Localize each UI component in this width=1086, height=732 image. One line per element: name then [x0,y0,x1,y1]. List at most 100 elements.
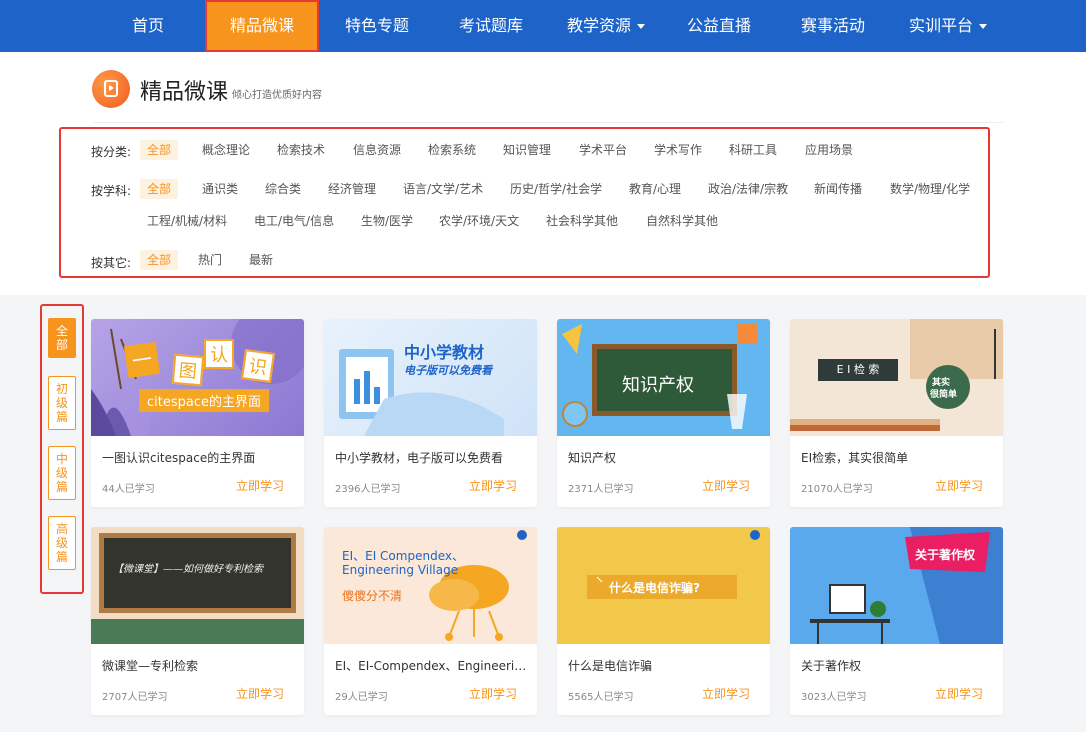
filter-other-all[interactable]: 全部 [140,250,179,270]
course-thumbnail: E I 检 索 其实 很简单 [790,319,1003,436]
study-now-button[interactable]: 立即学习 [469,477,517,494]
course-thumbnail: 【微课堂】——如何做好专利检索 [91,527,304,644]
course-thumbnail: EI、EI Compendex、 Engineering Village 傻傻分… [324,527,537,644]
course-card[interactable]: E I 检 索 其实 很简单 EI检索，其实很简单 21070人已学习 立即学习 [790,319,1003,507]
thumb-text: 什么是电信诈骗? [609,581,700,595]
level-tab-beginner[interactable]: 初级篇 [48,376,76,430]
top-nav: 首页 精品微课 特色专题 考试题库 教学资源 公益直播 赛事活动 实训平台 [0,0,1086,52]
learner-count: 2396人已学习 [335,484,401,495]
filter-category-option[interactable]: 知识管理 [496,140,558,160]
nav-micro-courses[interactable]: 精品微课 [205,0,319,52]
nav-training-platform-label: 实训平台 [908,16,973,35]
study-now-button[interactable]: 立即学习 [236,685,284,702]
thumb-text: 认 [204,339,234,369]
nav-training-platform[interactable]: 实训平台 [898,0,998,52]
filter-subject-option[interactable]: 政治/法律/宗教 [701,179,795,199]
nav-teaching-resources[interactable]: 教学资源 [556,0,656,52]
filter-other-label: 按其它: [91,256,132,270]
course-title[interactable]: EI检索，其实很简单 [801,449,996,466]
nav-live-label: 公益直播 [686,16,751,35]
chevron-down-icon [979,24,987,29]
study-now-button[interactable]: 立即学习 [236,477,284,494]
course-card[interactable]: 中小学教材 电子版可以免费看 中小学教材，电子版可以免费看 2396人已学习 立… [324,319,537,507]
filter-category-option[interactable]: 信息资源 [346,140,408,160]
filter-category-option[interactable]: 应用场景 [798,140,860,160]
filter-category-all[interactable]: 全部 [140,140,179,160]
filter-category-label: 按分类: [91,145,132,159]
course-title[interactable]: 中小学教材，电子版可以免费看 [335,449,530,466]
filter-subject-option[interactable]: 综合类 [258,179,308,199]
filter-subject-option[interactable]: 通识类 [195,179,245,199]
nav-special-topics[interactable]: 特色专题 [335,0,419,52]
filter-category-option[interactable]: 学术写作 [647,140,709,160]
filter-subject-option[interactable]: 农学/环境/天文 [432,211,526,231]
thumb-text: 傻傻分不清 [342,589,403,603]
filter-subject-option[interactable]: 电工/电气/信息 [247,211,341,231]
course-title[interactable]: EI、EI-Compendex、Engineering Village [335,657,530,674]
filter-category-option[interactable]: 检索系统 [421,140,483,160]
course-title[interactable]: 知识产权 [568,449,763,466]
nav-home-label: 首页 [131,16,164,35]
learner-count: 5565人已学习 [568,692,634,703]
filter-subject-option[interactable]: 语言/文学/艺术 [396,179,490,199]
filter-other-option[interactable]: 最新 [242,250,280,270]
course-thumbnail: 一 图 认 识 citespace的主界面 [91,319,304,436]
thumb-text: 【微课堂】——如何做好专利检索 [113,564,263,575]
thumb-text: Engineering Village [342,563,459,577]
course-title[interactable]: 一图认识citespace的主界面 [102,449,297,466]
learner-count: 2707人已学习 [102,692,168,703]
filter-subject-option[interactable]: 新闻传播 [807,179,869,199]
course-title[interactable]: 什么是电信诈骗 [568,657,763,674]
level-tab-label: 全部 [55,324,68,352]
filter-category-option[interactable]: 学术平台 [572,140,634,160]
level-tab-all[interactable]: 全部 [48,318,76,358]
learner-count: 2371人已学习 [568,484,634,495]
nav-special-topics-label: 特色专题 [344,16,409,35]
study-now-button[interactable]: 立即学习 [935,685,983,702]
course-card[interactable]: 【微课堂】——如何做好专利检索 微课堂—专利检索 2707人已学习 立即学习 [91,527,304,715]
thumb-text: 关于著作权 [915,548,976,562]
nav-home[interactable]: 首页 [118,0,178,52]
learner-count: 44人已学习 [102,484,155,495]
nav-competitions[interactable]: 赛事活动 [791,0,875,52]
course-card[interactable]: 一 图 认 识 citespace的主界面 一图认识citespace的主界面 … [91,319,304,507]
thumb-text: 知识产权 [622,375,694,396]
filter-subject-option[interactable]: 经济管理 [321,179,383,199]
filter-subject-option[interactable]: 社会科学其他 [539,211,625,231]
study-now-button[interactable]: 立即学习 [469,685,517,702]
study-now-button[interactable]: 立即学习 [935,477,983,494]
level-tab-intermediate[interactable]: 中级篇 [48,446,76,500]
study-now-button[interactable]: 立即学习 [702,477,750,494]
filter-other-option[interactable]: 热门 [191,250,229,270]
nav-live[interactable]: 公益直播 [677,0,761,52]
nav-micro-courses-label: 精品微课 [229,16,294,35]
course-title[interactable]: 关于著作权 [801,657,996,674]
course-title[interactable]: 微课堂—专利检索 [102,657,297,674]
thumb-text: E I 检 索 [818,359,898,381]
page-title: 精品微课 [140,80,229,105]
thumb-text: 识 [241,349,275,383]
filter-category-option[interactable]: 概念理论 [195,140,257,160]
thumb-text: 图 [171,353,205,387]
nav-question-bank[interactable]: 考试题库 [449,0,533,52]
filter-subject-option[interactable]: 教育/心理 [622,179,688,199]
study-now-button[interactable]: 立即学习 [702,685,750,702]
level-tab-advanced[interactable]: 高级篇 [48,516,76,570]
course-card[interactable]: 关于著作权 关于著作权 3023人已学习 立即学习 [790,527,1003,715]
filter-subject-option[interactable]: 历史/哲学/社会学 [503,179,609,199]
course-card[interactable]: EI、EI Compendex、 Engineering Village 傻傻分… [324,527,537,715]
filter-subject-option[interactable]: 数学/物理/化学 [883,179,977,199]
filter-category-option[interactable]: 检索技术 [270,140,332,160]
filter-subject-option[interactable]: 生物/医学 [354,211,420,231]
thumb-text: 一 [123,341,161,379]
course-card[interactable]: 什么是电信诈骗? 什么是电信诈骗 5565人已学习 立即学习 [557,527,770,715]
learner-count: 29人已学习 [335,692,388,703]
filter-subject-option[interactable]: 工程/机械/材料 [140,211,234,231]
level-tab-label: 高级篇 [55,522,68,564]
course-card[interactable]: 知识产权 知识产权 2371人已学习 立即学习 [557,319,770,507]
filter-subject-all[interactable]: 全部 [140,179,179,199]
filter-subject-option[interactable]: 自然科学其他 [639,211,725,231]
learner-count: 21070人已学习 [801,484,873,495]
thumb-text: 中小学教材 [404,343,485,362]
filter-category-option[interactable]: 科研工具 [722,140,784,160]
